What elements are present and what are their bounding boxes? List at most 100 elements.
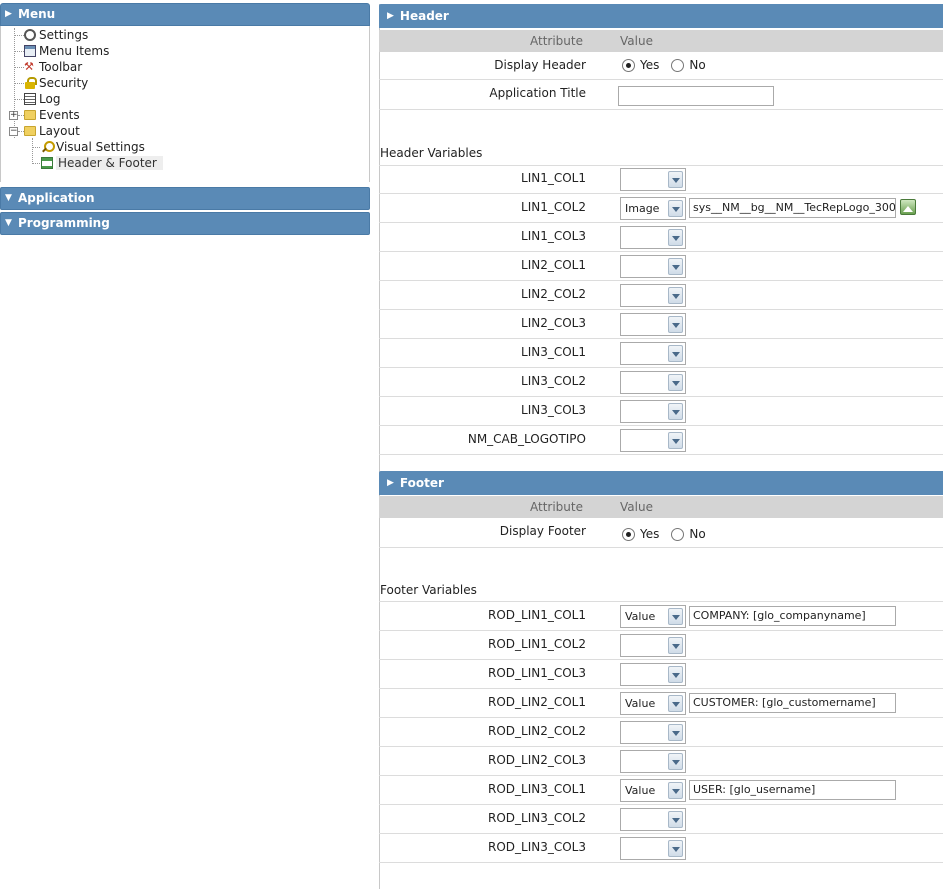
variable-row: LIN2_COL2 [379, 281, 943, 310]
chevron-down-icon [668, 753, 683, 770]
menu-item-events[interactable]: Events [24, 107, 80, 123]
variable-type-select[interactable] [620, 634, 686, 657]
menu-item-layout[interactable]: Layout [24, 123, 80, 139]
variable-row: ROD_LIN3_COL1 Value USER: [glo_username] [379, 776, 943, 805]
variable-label: ROD_LIN3_COL2 [487, 811, 586, 825]
menu-item-label: Menu Items [39, 44, 110, 58]
collapse-arrow-icon: ▼ [5, 218, 12, 228]
chevron-down-icon [668, 229, 683, 246]
menu-item-header-footer[interactable]: Header & Footer [41, 155, 163, 171]
folder-open-icon [24, 126, 36, 136]
menu-tree: + − Settings Menu Items ⚒ Toolbar Securi… [0, 26, 370, 182]
menu-item-toolbar[interactable]: ⚒ Toolbar [24, 59, 82, 75]
variable-label: ROD_LIN1_COL1 [487, 608, 586, 622]
variable-label: ROD_LIN2_COL1 [487, 695, 586, 709]
variable-label: ROD_LIN2_COL2 [487, 724, 586, 738]
footer-column-header: Attribute Value [379, 496, 943, 518]
menu-item-label: Security [39, 76, 89, 90]
application-title-label: Application Title [489, 86, 586, 100]
variable-label: ROD_LIN3_COL1 [487, 782, 586, 796]
variable-type-select[interactable] [620, 429, 686, 452]
menu-item-label: Toolbar [39, 60, 83, 74]
variable-type-select[interactable] [620, 168, 686, 191]
menu-item-label: Log [39, 92, 61, 106]
menu-item-visual-settings[interactable]: Visual Settings [41, 139, 145, 155]
variable-row: LIN3_COL2 [379, 368, 943, 397]
variable-label: ROD_LIN2_COL3 [487, 753, 586, 767]
menu-item-menu-items[interactable]: Menu Items [24, 43, 109, 59]
header-section-title-bar[interactable]: ▶ Header [379, 4, 943, 28]
application-title-row: Application Title [379, 80, 943, 110]
footer-section-title-bar[interactable]: ▶ Footer [379, 471, 943, 495]
layout-collapse-toggle[interactable]: − [9, 127, 18, 136]
menu-item-label: Visual Settings [56, 140, 145, 154]
chevron-down-icon [668, 695, 683, 712]
variable-label: LIN1_COL3 [521, 229, 586, 243]
variable-type-value: Value [625, 697, 656, 710]
variable-row: LIN3_COL3 [379, 397, 943, 426]
variable-type-select[interactable]: Value [620, 692, 686, 715]
image-picker-icon[interactable] [900, 199, 916, 215]
variable-type-select[interactable] [620, 721, 686, 744]
window-icon [24, 45, 36, 57]
chevron-down-icon [668, 403, 683, 420]
variable-type-select[interactable] [620, 284, 686, 307]
variable-row: LIN1_COL1 [379, 165, 943, 194]
header-column-header: Attribute Value [379, 30, 943, 52]
variable-value-input[interactable]: COMPANY: [glo_companyname] [689, 606, 896, 626]
variable-row: NM_CAB_LOGOTIPO [379, 426, 943, 455]
display-footer-no-radio[interactable] [671, 527, 685, 541]
lock-icon [24, 77, 37, 89]
variable-type-select[interactable] [620, 663, 686, 686]
variable-type-select[interactable] [620, 837, 686, 860]
variable-type-select[interactable] [620, 255, 686, 278]
menu-item-security[interactable]: Security [24, 75, 88, 91]
variable-type-select[interactable] [620, 371, 686, 394]
menu-item-label: Layout [39, 124, 80, 138]
menu-accordion-header[interactable]: ▶ Menu [0, 3, 370, 26]
variable-value-input[interactable]: USER: [glo_username] [689, 780, 896, 800]
yes-label: Yes [640, 527, 660, 541]
header-section-title: Header [399, 9, 449, 23]
variable-type-select[interactable]: Value [620, 779, 686, 802]
variable-type-select[interactable]: Value [620, 605, 686, 628]
programming-title: Programming [18, 216, 110, 230]
menu-item-label: Events [39, 108, 80, 122]
header-footer-icon [41, 157, 53, 169]
display-footer-label: Display Footer [499, 524, 586, 538]
variable-row: ROD_LIN1_COL1 Value COMPANY: [glo_companyn… [379, 602, 943, 631]
menu-item-settings[interactable]: Settings [24, 27, 88, 43]
variable-value-input[interactable]: CUSTOMER: [glo_customername] [689, 693, 896, 713]
expand-arrow-icon: ▶ [5, 9, 12, 19]
display-header-no-radio[interactable] [671, 58, 685, 72]
variable-type-select[interactable] [620, 342, 686, 365]
display-footer-yes-radio[interactable] [622, 527, 635, 541]
variable-type-select[interactable] [620, 226, 686, 249]
application-title: Application [18, 191, 95, 205]
variable-label: LIN3_COL2 [521, 374, 586, 388]
variable-type-value: Value [625, 784, 656, 797]
folder-icon [24, 110, 36, 120]
display-header-row: Display Header Yes No [379, 52, 943, 80]
chevron-down-icon [668, 637, 683, 654]
footer-section-title: Footer [399, 476, 444, 490]
variable-type-select[interactable] [620, 808, 686, 831]
display-header-yes-radio[interactable] [622, 58, 635, 72]
variable-type-select[interactable] [620, 313, 686, 336]
variable-row: LIN3_COL1 [379, 339, 943, 368]
variable-label: LIN2_COL2 [521, 287, 586, 301]
variable-type-value: Image [625, 202, 660, 215]
application-accordion-header[interactable]: ▼ Application [0, 187, 370, 210]
menu-item-log[interactable]: Log [24, 91, 60, 107]
events-expand-toggle[interactable]: + [9, 111, 18, 120]
chevron-down-icon [668, 171, 683, 188]
variable-type-select[interactable]: Image [620, 197, 686, 220]
variable-type-select[interactable] [620, 750, 686, 773]
programming-accordion-header[interactable]: ▼ Programming [0, 212, 370, 235]
variable-value-input[interactable]: sys__NM__bg__NM__TecRepLogo_300x80.png [689, 198, 896, 218]
gear-icon [24, 29, 36, 41]
application-title-input[interactable] [618, 86, 774, 106]
variable-type-select[interactable] [620, 400, 686, 423]
yes-label: Yes [640, 58, 660, 72]
expand-arrow-icon: ▶ [387, 11, 394, 21]
